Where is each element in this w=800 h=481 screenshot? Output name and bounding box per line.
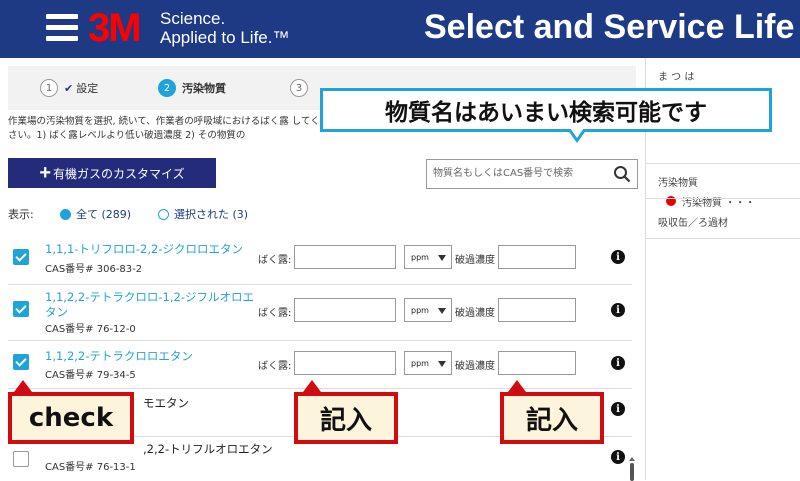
breakthrough-input[interactable] [498,245,576,269]
cas-number: CAS番号# 79-34-5 [45,370,136,381]
step-label: 設定 [76,82,99,95]
app-title: Select and Service Life [424,8,795,46]
search-icon[interactable] [613,165,631,183]
divider [646,238,800,239]
divider [646,163,800,164]
substance-checkbox[interactable] [13,354,29,370]
substance-name[interactable]: ,2,2-トリフルオロエタン [143,442,363,457]
summary-panel-heading: ま つ は [658,72,695,83]
chevron-down-icon [438,255,446,261]
unit-value: ppm [411,306,429,315]
instructions-text: 作業場の汚染物質を選択, 続いて、作業者の呼吸域におけるばく露 してください。1… [8,116,330,141]
callout-pointer [303,380,321,392]
breakthrough-input[interactable] [498,351,576,375]
exposure-label: ばく露: [258,361,292,372]
tagline-line2: Applied to Life.™ [160,28,290,47]
search-hint-callout: 物質名はあいまい検索可能です [320,88,772,132]
brand-tagline: Science. Applied to Life.™ [160,9,289,47]
cas-number: CAS番号# 76-13-1 [45,462,136,473]
info-icon[interactable]: i [611,450,625,464]
filter-all-radio[interactable]: 全て (289) [60,206,131,222]
info-icon[interactable]: i [611,402,625,416]
divider [8,340,632,341]
summary-item-contaminants[interactable]: 汚染物質 [658,174,698,189]
cas-number: CAS番号# 76-12-0 [45,324,136,335]
divider [646,198,800,199]
exposure-input[interactable] [294,245,396,269]
substance-checkbox[interactable] [13,451,29,467]
substance-name[interactable]: 1,1,1-トリフロロ-2,2-ジクロロエタン [45,242,265,257]
breakthrough-input[interactable] [498,298,576,322]
search-input[interactable] [433,160,603,186]
radio-empty-icon [158,208,169,220]
enter-breakthrough-callout: 記入 [500,392,604,444]
chevron-down-icon [438,361,446,367]
customize-button-label: 有機ガスのカスタマイズ [53,166,185,181]
tagline-line1: Science. [160,9,226,28]
filter-label: 表示: [8,208,34,221]
info-icon[interactable]: i [611,303,625,317]
scrollbar-thumb[interactable] [630,463,634,481]
callout-pointer [14,380,32,392]
scroll-up-icon[interactable] [629,457,635,461]
step-number: 1 [40,79,58,97]
exposure-label: ばく露: [258,255,292,266]
filter-all-label: 全て (289) [76,208,132,221]
info-icon[interactable]: i [611,356,625,370]
summary-selected-text: 汚染物質 ・・・ [682,198,756,209]
substance-name[interactable]: 1,1,2,2-テトラクロロ-1,2-ジフルオロエタン [45,290,265,320]
chevron-down-icon [438,308,446,314]
breakthrough-label: 破過濃度 [455,361,495,372]
enter-exposure-callout: 記入 [294,392,398,444]
substance-checkbox[interactable] [13,249,29,265]
unit-select[interactable]: ppm [404,245,452,269]
divider [8,284,632,285]
filter-selected-radio[interactable]: 選択された (3) [158,206,248,222]
plus-icon: + [39,161,52,184]
step-number: 2 [158,79,176,97]
radio-selected-icon [60,208,71,220]
check-icon: ✔ [64,81,74,95]
brand-logo[interactable]: 3M [88,6,142,50]
filter-selected-label: 選択された (3) [174,208,249,221]
menu-icon[interactable] [46,14,78,42]
breakthrough-label: 破過濃度 [455,308,495,319]
step-label: 汚染物質 [182,82,226,95]
step-contaminants[interactable]: 2 汚染物質 [158,79,226,97]
substance-checkbox[interactable] [13,301,29,317]
exposure-input[interactable] [294,351,396,375]
step-settings[interactable]: 1 ✔ 設定 [40,79,98,97]
cas-number: CAS番号# 306-83-2 [45,264,143,275]
breakthrough-label: 破過濃度 [455,255,495,266]
summary-item-cartridge[interactable]: 吸収缶／ろ過材 [658,214,728,229]
search-box [426,159,638,189]
unit-select[interactable]: ppm [404,351,452,375]
unit-value: ppm [411,253,429,262]
info-icon[interactable]: i [611,250,625,264]
unit-select[interactable]: ppm [404,298,452,322]
exposure-label: ばく露: [258,308,292,319]
callout-pointer [508,380,526,392]
step-3[interactable]: 3 [290,79,314,97]
app-header: 3M Science. Applied to Life.™ Select and… [0,0,800,58]
customize-organic-gas-button[interactable]: + 有機ガスのカスタマイズ [8,158,216,188]
substance-name[interactable]: 1,1,2,2-テトラクロロエタン [45,349,265,364]
exposure-input[interactable] [294,298,396,322]
step-number: 3 [290,79,308,97]
unit-value: ppm [411,359,429,368]
callout-pointer [570,128,584,138]
check-callout: check [8,392,134,444]
